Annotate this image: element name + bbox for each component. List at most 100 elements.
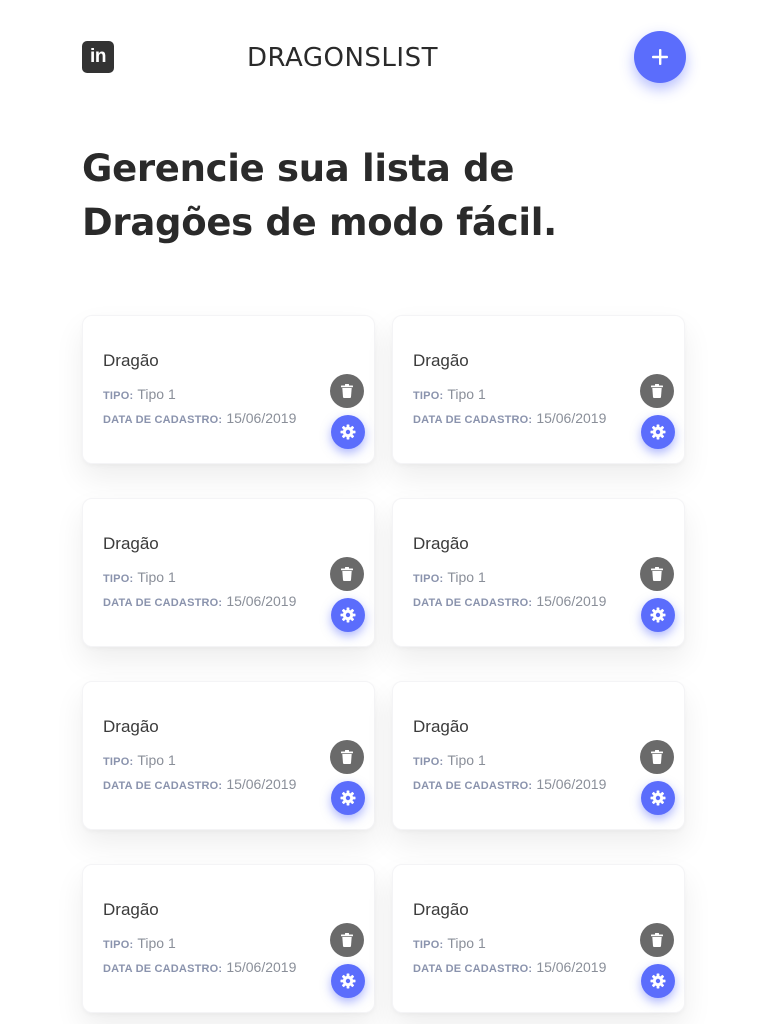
type-label: TIPO:: [413, 390, 444, 402]
gear-icon: [340, 790, 356, 806]
dragon-card: Dragão TIPO: Tipo 1 DATA DE CADASTRO: 15/0…: [82, 681, 375, 830]
gear-icon: [340, 973, 356, 989]
dragon-name: Dragão: [413, 717, 469, 736]
trash-icon: [651, 384, 663, 398]
date-label: DATA DE CADASTRO:: [103, 963, 223, 975]
gear-icon: [650, 790, 666, 806]
dragon-name: Dragão: [103, 900, 159, 919]
type-value: Tipo 1: [137, 752, 176, 768]
trash-icon: [341, 567, 353, 581]
delete-button[interactable]: [330, 923, 364, 957]
trash-icon: [341, 933, 353, 947]
delete-button[interactable]: [640, 740, 674, 774]
settings-button[interactable]: [641, 598, 675, 632]
type-value: Tipo 1: [447, 935, 486, 951]
date-label: DATA DE CADASTRO:: [103, 414, 223, 426]
type-label: TIPO:: [413, 939, 444, 951]
date-value: 15/06/2019: [536, 410, 607, 426]
dragon-date: DATA DE CADASTRO: 15/06/2019: [103, 593, 296, 609]
date-value: 15/06/2019: [226, 593, 297, 609]
trash-icon: [341, 750, 353, 764]
settings-button[interactable]: [331, 964, 365, 998]
settings-button[interactable]: [641, 415, 675, 449]
dragon-type: TIPO: Tipo 1: [413, 752, 486, 768]
dragon-type: TIPO: Tipo 1: [413, 386, 486, 402]
page-title: Gerencie sua lista de Dragões de modo fá…: [82, 147, 557, 244]
dragon-name: Dragão: [103, 717, 159, 736]
settings-button[interactable]: [331, 598, 365, 632]
trash-icon: [651, 567, 663, 581]
dragon-card: Dragão TIPO: Tipo 1 DATA DE CADASTRO: 15/0…: [392, 498, 685, 647]
dragon-date: DATA DE CADASTRO: 15/06/2019: [103, 410, 296, 426]
date-value: 15/06/2019: [536, 776, 607, 792]
date-value: 15/06/2019: [536, 593, 607, 609]
dragon-card: Dragão TIPO: Tipo 1 DATA DE CADASTRO: 15/0…: [82, 498, 375, 647]
dragon-type: TIPO: Tipo 1: [103, 752, 176, 768]
dragon-date: DATA DE CADASTRO: 15/06/2019: [413, 593, 606, 609]
dragon-name: Dragão: [103, 534, 159, 553]
dragon-type: TIPO: Tipo 1: [413, 569, 486, 585]
settings-button[interactable]: [641, 964, 675, 998]
type-label: TIPO:: [103, 939, 134, 951]
date-value: 15/06/2019: [226, 410, 297, 426]
type-value: Tipo 1: [137, 935, 176, 951]
gear-icon: [340, 607, 356, 623]
dragon-name: Dragão: [413, 534, 469, 553]
settings-button[interactable]: [331, 781, 365, 815]
dragon-date: DATA DE CADASTRO: 15/06/2019: [103, 776, 296, 792]
dragon-card: Dragão TIPO: Tipo 1 DATA DE CADASTRO: 15/0…: [82, 315, 375, 464]
brand-title: DRAGONSLIST: [247, 43, 438, 73]
dragon-card: Dragão TIPO: Tipo 1 DATA DE CADASTRO: 15/0…: [392, 681, 685, 830]
linkedin-icon[interactable]: in: [82, 41, 114, 73]
dragon-type: TIPO: Tipo 1: [103, 935, 176, 951]
delete-button[interactable]: [640, 374, 674, 408]
trash-icon: [651, 750, 663, 764]
dragon-date: DATA DE CADASTRO: 15/06/2019: [103, 959, 296, 975]
date-value: 15/06/2019: [226, 959, 297, 975]
gear-icon: [650, 973, 666, 989]
delete-button[interactable]: [640, 557, 674, 591]
delete-button[interactable]: [330, 740, 364, 774]
gear-icon: [650, 607, 666, 623]
trash-icon: [341, 384, 353, 398]
dragon-name: Dragão: [413, 351, 469, 370]
type-label: TIPO:: [413, 756, 444, 768]
dragon-date: DATA DE CADASTRO: 15/06/2019: [413, 776, 606, 792]
dragon-date: DATA DE CADASTRO: 15/06/2019: [413, 410, 606, 426]
app-header: in DRAGONSLIST: [0, 0, 768, 115]
add-dragon-button[interactable]: [634, 31, 686, 83]
type-label: TIPO:: [103, 756, 134, 768]
dragon-card: Dragão TIPO: Tipo 1 DATA DE CADASTRO: 15/0…: [82, 864, 375, 1013]
type-label: TIPO:: [413, 573, 444, 585]
type-value: Tipo 1: [137, 386, 176, 402]
dragon-card: Dragão TIPO: Tipo 1 DATA DE CADASTRO: 15/0…: [392, 864, 685, 1013]
type-label: TIPO:: [103, 573, 134, 585]
gear-icon: [340, 424, 356, 440]
dragon-type: TIPO: Tipo 1: [103, 569, 176, 585]
delete-button[interactable]: [640, 923, 674, 957]
dragon-type: TIPO: Tipo 1: [103, 386, 176, 402]
date-label: DATA DE CADASTRO:: [103, 597, 223, 609]
date-label: DATA DE CADASTRO:: [103, 780, 223, 792]
settings-button[interactable]: [641, 781, 675, 815]
type-value: Tipo 1: [447, 386, 486, 402]
date-label: DATA DE CADASTRO:: [413, 414, 533, 426]
date-label: DATA DE CADASTRO:: [413, 597, 533, 609]
delete-button[interactable]: [330, 557, 364, 591]
settings-button[interactable]: [331, 415, 365, 449]
dragon-type: TIPO: Tipo 1: [413, 935, 486, 951]
plus-icon: [652, 49, 668, 65]
dragon-name: Dragão: [103, 351, 159, 370]
date-label: DATA DE CADASTRO:: [413, 780, 533, 792]
type-label: TIPO:: [103, 390, 134, 402]
delete-button[interactable]: [330, 374, 364, 408]
type-value: Tipo 1: [137, 569, 176, 585]
dragon-name: Dragão: [413, 900, 469, 919]
type-value: Tipo 1: [447, 752, 486, 768]
type-value: Tipo 1: [447, 569, 486, 585]
dragon-date: DATA DE CADASTRO: 15/06/2019: [413, 959, 606, 975]
date-value: 15/06/2019: [226, 776, 297, 792]
trash-icon: [651, 933, 663, 947]
date-value: 15/06/2019: [536, 959, 607, 975]
date-label: DATA DE CADASTRO:: [413, 963, 533, 975]
